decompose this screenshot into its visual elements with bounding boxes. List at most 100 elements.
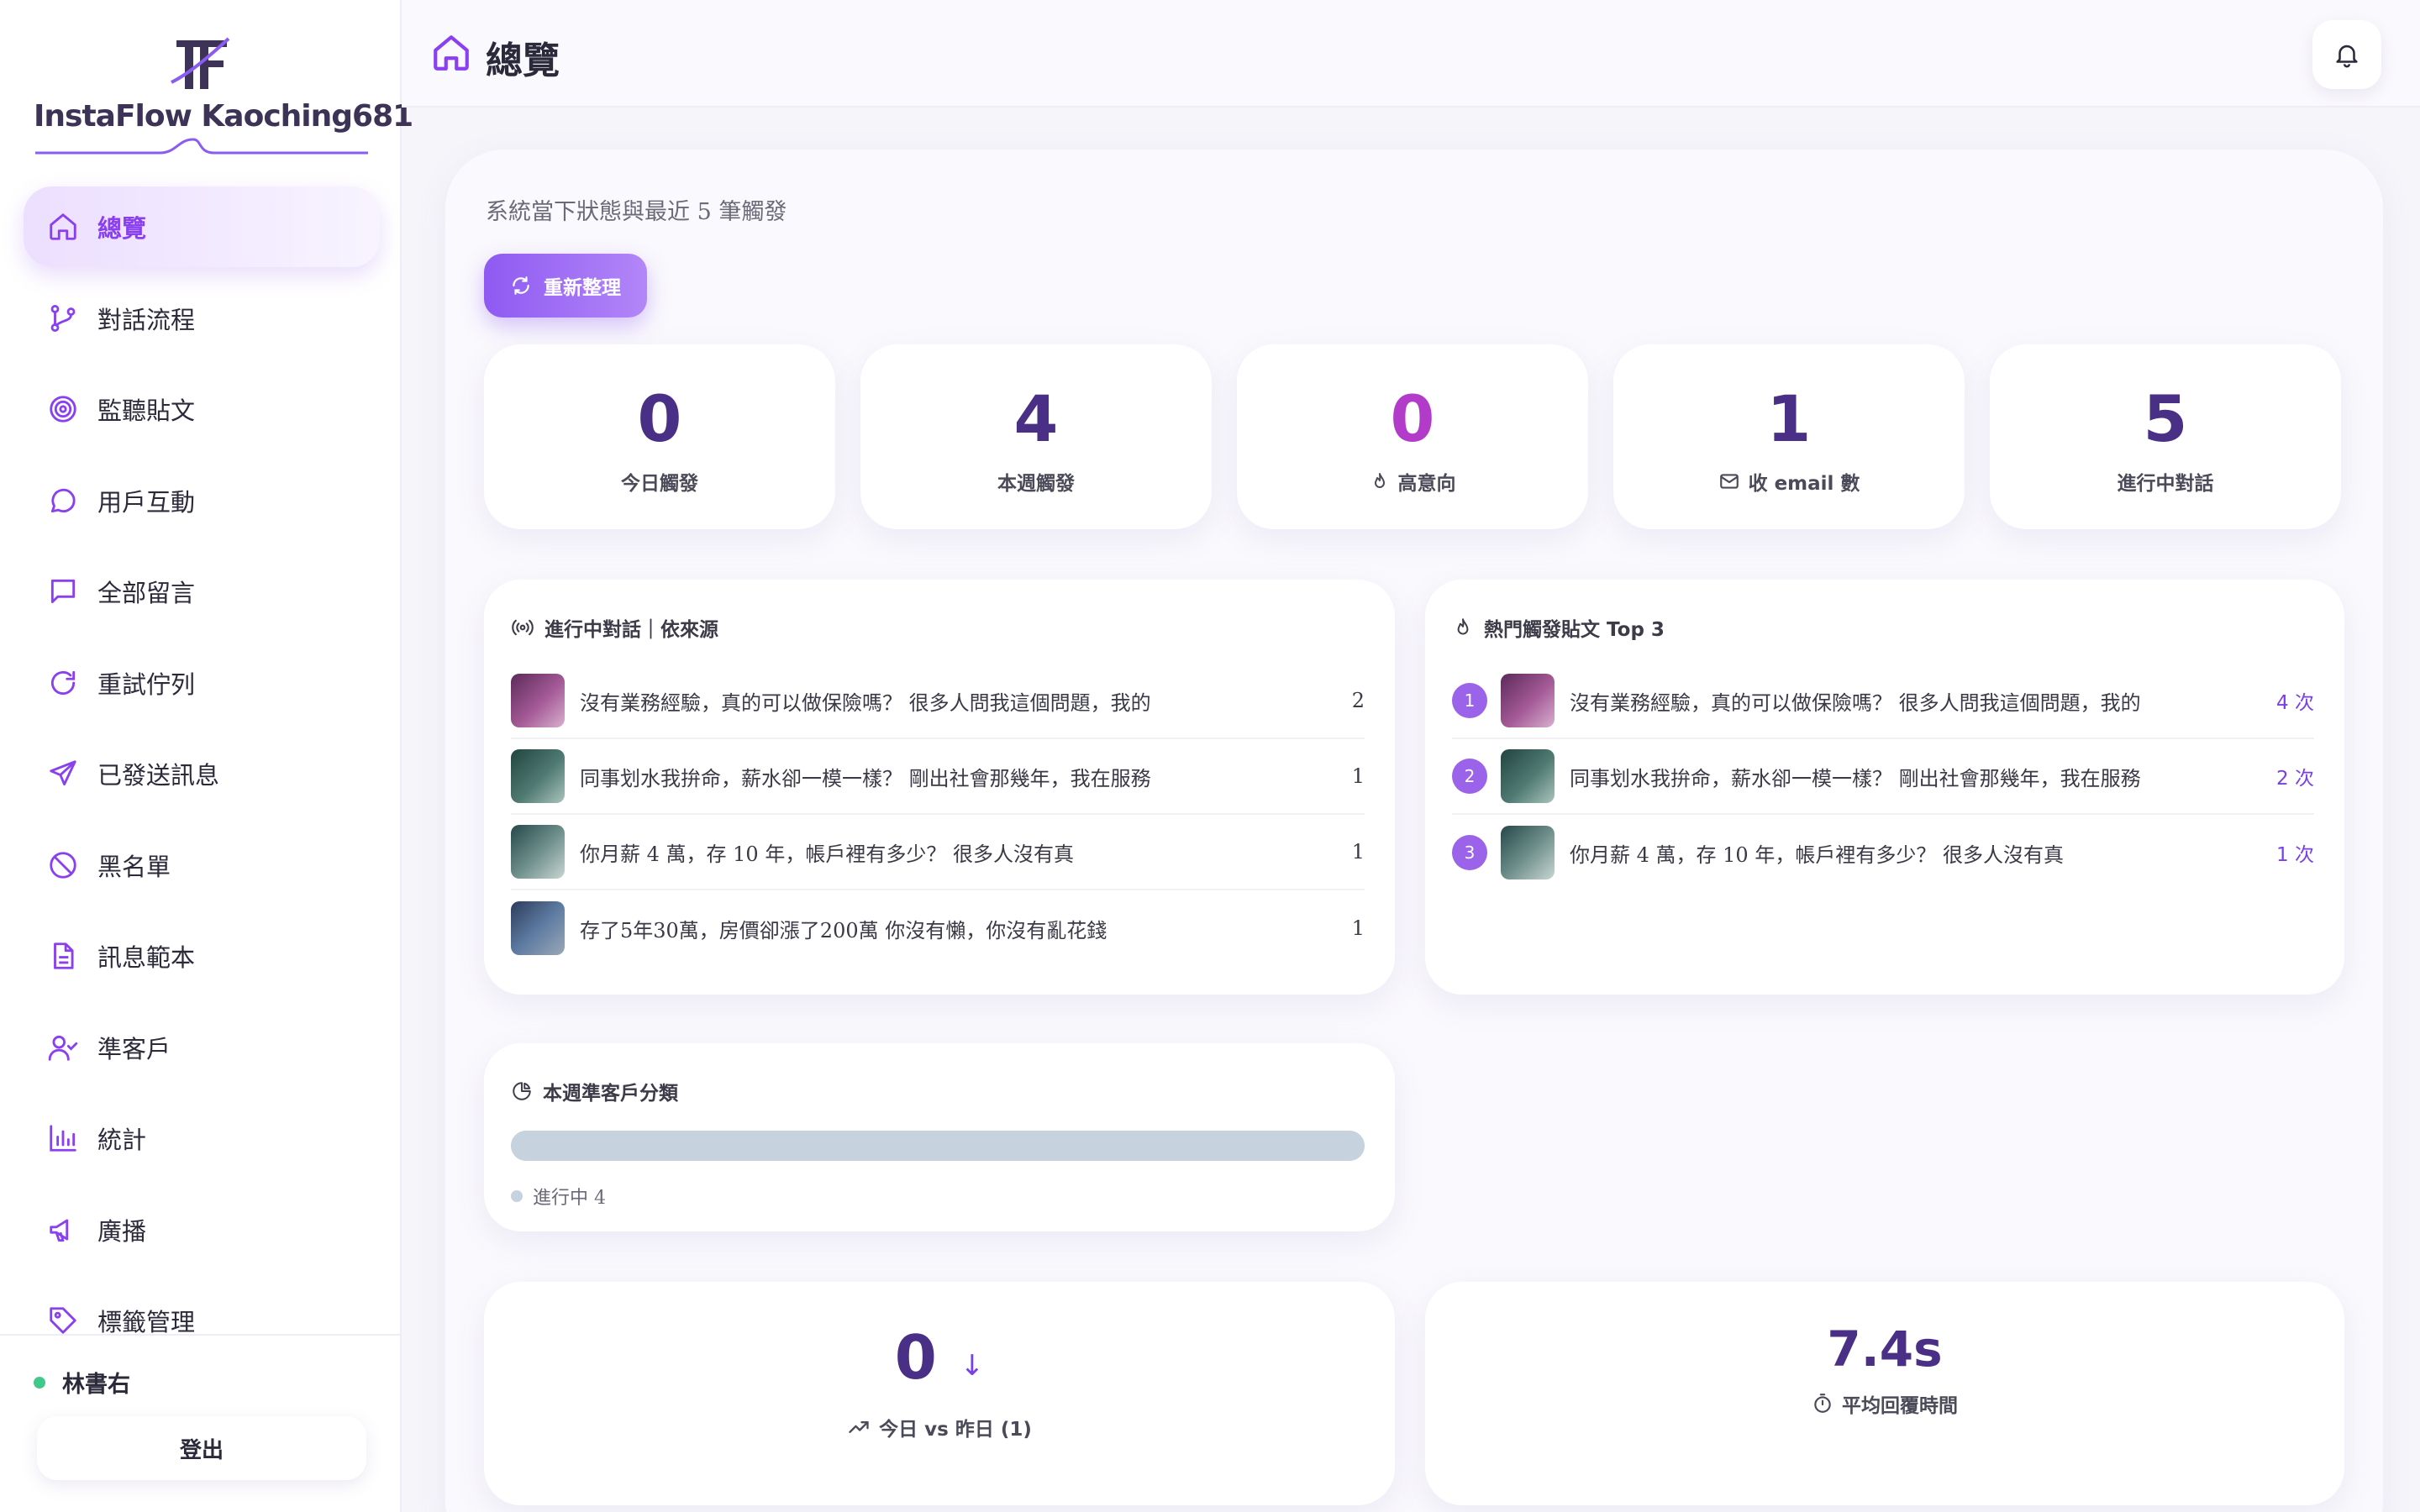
- send-icon: [47, 758, 79, 790]
- page-title: 總覽: [486, 39, 560, 82]
- card-title-text: 進行中對話｜依來源: [544, 619, 718, 641]
- card-title: 本週準客戶分類: [511, 1077, 678, 1105]
- conversation-count: 2: [1351, 689, 1365, 712]
- rank-badge: 3: [1452, 835, 1487, 870]
- stat-label: 進行中對話: [1990, 467, 2341, 496]
- stat-card-high-intent: 0 高意向: [1237, 344, 1588, 529]
- sidebar-item-label: 用戶互動: [97, 487, 196, 517]
- sidebar-item-label: 黑名單: [97, 852, 171, 881]
- sidebar-item-sent-messages[interactable]: 已發送訊息: [24, 733, 380, 814]
- user-check-icon: [47, 1032, 79, 1063]
- sidebar-item-templates[interactable]: 訊息範本: [24, 916, 380, 996]
- rank-badge: 2: [1452, 759, 1487, 794]
- stat-label-text: 進行中對話: [2117, 473, 2214, 495]
- sidebar-item-prospects[interactable]: 準客戶: [24, 1007, 380, 1088]
- stat-value: 0: [1390, 381, 1435, 456]
- current-user: 林書右: [34, 1366, 130, 1399]
- sidebar-item-statistics[interactable]: 統計: [24, 1098, 380, 1179]
- list-item[interactable]: 3 你月薪 4 萬，存 10 年，帳戶裡有多少？ 很多人沒有真 1 次: [1452, 815, 2314, 890]
- mail-icon: [1719, 474, 1739, 489]
- sidebar-item-retry-queue[interactable]: 重試佇列: [24, 643, 380, 723]
- kpi-label-text: 平均回覆時間: [1842, 1395, 1958, 1417]
- post-thumbnail: [1501, 749, 1555, 803]
- list-item[interactable]: 同事划水我拚命，薪水卻一模一樣？ 剛出社會那幾年，我在服務 1: [511, 739, 1365, 815]
- stat-label: 今日觸發: [484, 467, 835, 496]
- hot-posts-card: 熱門觸發貼文 Top 3 1 沒有業務經驗，真的可以做保險嗎？ 很多人問我這個問…: [1425, 580, 2344, 995]
- tag-icon: [47, 1305, 79, 1336]
- logo-underline: [35, 138, 368, 155]
- conversation-count: 1: [1351, 840, 1365, 864]
- stat-value: 4: [1013, 381, 1059, 456]
- trigger-count: 1 次: [2276, 844, 2314, 866]
- refresh-button[interactable]: 重新整理: [484, 254, 647, 318]
- down-arrow-icon: ↓: [960, 1349, 985, 1383]
- progress-fill: [511, 1131, 1365, 1161]
- stat-label: 本週觸發: [860, 467, 1212, 496]
- logo-mark: [171, 37, 230, 89]
- sidebar-nav: 總覽 對話流程 監聽貼文 用戶互動 全部留言 重試佇列 已發送訊息 黑名單 訊息…: [24, 186, 380, 1372]
- rotate-icon: [47, 667, 79, 699]
- legend-label: 進行中 4: [533, 1188, 606, 1209]
- megaphone-icon: [47, 1214, 79, 1246]
- sidebar-footer: 林書右 登出: [0, 1334, 400, 1512]
- sidebar-item-user-interactions[interactable]: 用戶互動: [24, 460, 380, 541]
- git-branch-icon: [47, 302, 79, 334]
- sidebar-item-monitor-posts[interactable]: 監聽貼文: [24, 369, 380, 449]
- stat-label-text: 收 email 數: [1748, 473, 1860, 495]
- card-title: 熱門觸發貼文 Top 3: [1452, 613, 1665, 642]
- trigger-count: 2 次: [2276, 768, 2314, 790]
- stat-value: 1: [1766, 381, 1812, 456]
- ban-icon: [47, 849, 79, 881]
- list-item[interactable]: 2 同事划水我拚命，薪水卻一模一樣？ 剛出社會那幾年，我在服務 2 次: [1452, 739, 2314, 815]
- flame-icon: [1374, 473, 1385, 488]
- post-excerpt: 沒有業務經驗，真的可以做保險嗎？ 很多人問我這個問題，我的: [1570, 690, 2141, 715]
- notifications-button[interactable]: [2312, 20, 2381, 89]
- kpi-label: 平均回覆時間: [1425, 1389, 2344, 1418]
- card-title-text: 本週準客戶分類: [543, 1083, 678, 1105]
- today-vs-yesterday-card: 0 ↓ 今日 vs 昨日 (1): [484, 1282, 1395, 1505]
- list-item[interactable]: 存了5年30萬，房價卻漲了200萬 你沒有懶，你沒有亂花錢 1: [511, 890, 1365, 966]
- weekly-prospects-card: 本週準客戶分類 進行中 4: [484, 1043, 1395, 1231]
- list-item[interactable]: 1 沒有業務經驗，真的可以做保險嗎？ 很多人問我這個問題，我的 4 次: [1452, 664, 2314, 739]
- online-status-dot: [34, 1376, 45, 1389]
- sidebar-item-blacklist[interactable]: 黑名單: [24, 825, 380, 906]
- post-thumbnail: [1501, 674, 1555, 727]
- brand-logo[interactable]: InstaFlow Kaoching681: [0, 34, 413, 155]
- list-item[interactable]: 沒有業務經驗，真的可以做保險嗎？ 很多人問我這個問題，我的 2: [511, 664, 1365, 739]
- stopwatch-icon: [1814, 1394, 1831, 1413]
- sidebar-item-label: 標籤管理: [97, 1308, 196, 1336]
- stat-card-active-conversations: 5 進行中對話: [1990, 344, 2341, 529]
- sidebar-item-overview[interactable]: 總覽: [24, 186, 380, 267]
- post-thumbnail: [1501, 826, 1555, 879]
- rank-badge: 1: [1452, 683, 1487, 718]
- brand-name: InstaFlow Kaoching681: [34, 99, 413, 134]
- sidebar: InstaFlow Kaoching681 總覽 對話流程 監聽貼文 用戶互動 …: [0, 0, 413, 1512]
- post-excerpt: 存了5年30萬，房價卻漲了200萬 你沒有懶，你沒有亂花錢: [580, 918, 1107, 942]
- card-title-text: 熱門觸發貼文 Top 3: [1484, 619, 1665, 641]
- conversation-count: 1: [1351, 916, 1365, 940]
- sidebar-item-flows[interactable]: 對話流程: [24, 278, 380, 359]
- stat-value: 5: [2143, 381, 2188, 456]
- dashboard-panel: 系統當下狀態與最近 5 筆觸發 重新整理 0 今日觸發 4 本週觸發 0 高意向…: [445, 150, 2383, 1512]
- kpi-value: 0 ↓: [484, 1322, 1395, 1393]
- sidebar-item-all-comments[interactable]: 全部留言: [24, 551, 380, 632]
- stat-label-text: 高意向: [1397, 473, 1456, 495]
- post-thumbnail: [511, 901, 565, 955]
- kpi-number: 0: [894, 1322, 937, 1393]
- user-name: 林書右: [62, 1372, 130, 1398]
- stat-card-emails: 1 收 email 數: [1613, 344, 1965, 529]
- trending-up-icon: [849, 1421, 869, 1433]
- card-title: 進行中對話｜依來源: [511, 613, 718, 642]
- post-thumbnail: [511, 749, 565, 803]
- list-item[interactable]: 你月薪 4 萬，存 10 年，帳戶裡有多少？ 很多人沒有真 1: [511, 815, 1365, 890]
- sidebar-item-label: 監聽貼文: [97, 396, 196, 425]
- sidebar-item-broadcast[interactable]: 廣播: [24, 1189, 380, 1270]
- sidebar-item-label: 訊息範本: [97, 943, 196, 972]
- chat-bubble-icon: [47, 485, 79, 517]
- stat-label-text: 今日觸發: [621, 473, 698, 495]
- sidebar-item-label: 全部留言: [97, 579, 196, 607]
- logout-button[interactable]: 登出: [37, 1416, 366, 1480]
- post-excerpt: 同事划水我拚命，薪水卻一模一樣？ 剛出社會那幾年，我在服務: [580, 766, 1151, 790]
- active-conversations-card: 進行中對話｜依來源 沒有業務經驗，真的可以做保險嗎？ 很多人問我這個問題，我的 …: [484, 580, 1395, 995]
- conversation-count: 1: [1351, 764, 1365, 788]
